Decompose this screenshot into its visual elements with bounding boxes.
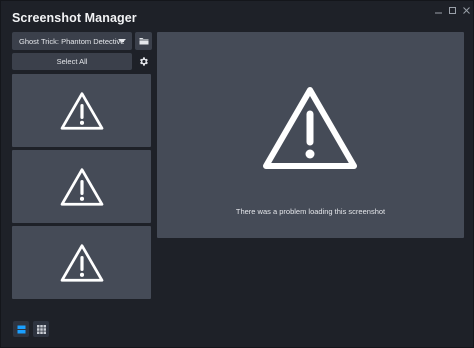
warning-icon	[60, 167, 103, 206]
gear-icon	[140, 57, 148, 66]
list-view-icon	[17, 325, 25, 333]
grid-view-button[interactable]	[33, 321, 49, 337]
screenshot-thumbnail[interactable]	[12, 150, 151, 223]
warning-icon	[263, 87, 357, 169]
game-select-value: Ghost Trick: Phantom Detective	[19, 36, 125, 46]
list-view-button[interactable]	[13, 321, 29, 337]
warning-icon	[60, 243, 103, 282]
select-all-button[interactable]: Select All	[12, 53, 132, 70]
window-title: Screenshot Manager	[12, 11, 137, 25]
maximize-icon[interactable]	[446, 4, 458, 16]
screenshot-preview: There was a problem loading this screens…	[157, 32, 464, 238]
error-message: There was a problem loading this screens…	[235, 207, 386, 216]
grid-view-icon	[36, 324, 46, 334]
warning-icon	[60, 91, 103, 130]
open-folder-button[interactable]	[135, 32, 152, 50]
game-select-dropdown[interactable]: Ghost Trick: Phantom Detective	[12, 32, 132, 50]
chevron-down-icon	[118, 39, 126, 43]
screenshot-thumbnail[interactable]	[12, 226, 151, 299]
close-icon[interactable]	[460, 4, 472, 16]
folder-icon	[139, 38, 148, 45]
screenshot-manager-window: Screenshot Manager Ghost Trick: Phantom …	[0, 0, 474, 348]
screenshot-thumbnail[interactable]	[12, 74, 151, 147]
thumbnail-list	[12, 74, 152, 302]
settings-button[interactable]	[135, 53, 152, 70]
minimize-icon[interactable]	[432, 4, 444, 16]
